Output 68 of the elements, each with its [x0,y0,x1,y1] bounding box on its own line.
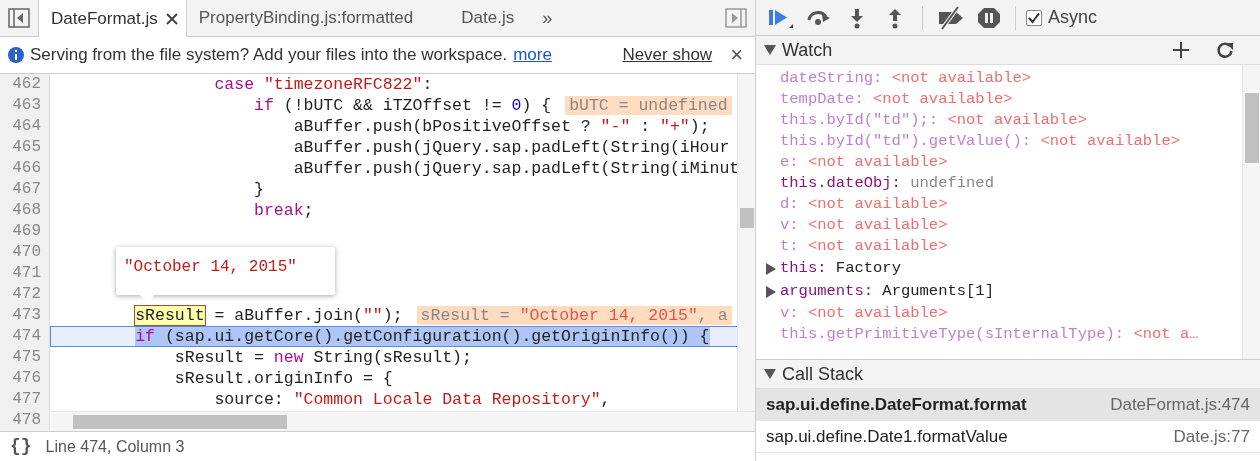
async-checkbox[interactable] [1026,9,1042,26]
code-line: break; [253,200,314,221]
never-show-link[interactable]: Never show [622,42,713,68]
code-line: aBuffer.push(bPositiveOffset ? "-" : "+"); [292,116,710,137]
watch-expression: d: <not available> [780,193,948,215]
file-tab[interactable]: DateFormat.js [38,0,187,37]
disclosure-triangle-icon [764,369,776,379]
line-number: 469 [11,221,42,242]
code-line: case "timezoneRFC822": [213,74,433,95]
line-number: 473 [11,305,42,326]
code-line: sResult = aBuffer.join(""); [134,305,403,326]
line-number: 466 [11,158,42,179]
line-number: 471 [11,263,42,284]
file-tab[interactable]: PropertyBinding.js:formatted [186,0,450,36]
watch-expression: this.getPrimitiveType(sInternalType): <not a… [780,323,1199,345]
line-number: 464 [11,116,42,137]
watch-expression: arguments: Arguments[1] [780,280,994,302]
line-number: 470 [11,242,42,263]
watch-expression: this.byId("td");: <not available> [780,109,1087,131]
code-line: } [253,179,264,200]
watch-expression: v: <not available> [780,214,948,236]
pretty-print-button[interactable]: {} [10,433,32,460]
code-line: if (sap.ui.getCore().getConfiguration().getOriginInfo()) { [134,326,710,347]
code-line: sResult = new String(sResult); [173,347,472,368]
info-icon [8,47,24,63]
vertical-scrollbar[interactable] [1242,65,1260,359]
vertical-scrollbar[interactable] [737,74,755,411]
close-icon[interactable] [165,12,178,25]
async-label: Async [1048,6,1098,29]
line-number: 465 [11,137,42,158]
line-number: 476 [11,368,42,389]
file-tab[interactable]: Date.js [449,0,527,36]
section-header[interactable]: Watch [756,36,1260,65]
line-number: 468 [11,200,42,221]
line-number: 477 [11,389,42,410]
watch-expression: v: <not available> [780,302,948,324]
watch-expression: e: <not available> [780,151,948,173]
watch-expression: this.byId("td").getValue(): <not available> [780,130,1180,152]
more-link[interactable]: more [513,42,552,68]
horizontal-scrollbar[interactable] [51,411,755,431]
add-icon[interactable] [1172,41,1190,59]
disclosure-triangle-icon [764,45,776,55]
inline-value: sResult = "October 14, 2015", a [416,306,732,325]
watch-expression: t: <not available> [780,235,948,257]
code-line: if (!bUTC && iTZOffset != 0) { [253,95,552,116]
line-number: 474 [11,326,42,347]
cursor-position: Line 474, Column 3 [45,436,185,457]
code-line: source: "Common Locale Data Repository", [213,389,611,410]
code-line: aBuffer.push(jQuery.sap.padLeft(String(iHour [292,137,730,158]
watch-expression: this: Factory [780,257,901,279]
line-number: 463 [11,95,42,116]
watch-expression: dateString: <not available> [780,67,1032,89]
more-tabs-button[interactable]: » [526,0,569,36]
call-frame[interactable]: sap.ui.define.DateFormat.format DateFormat.js:474 [756,389,1260,421]
inline-value: bUTC = undefined [565,96,732,115]
line-number: 467 [11,179,42,200]
line-number: 475 [11,347,42,368]
code-line: aBuffer.push(jQuery.sap.padLeft(String(iMinut [292,158,740,179]
watch-expression: tempDate: <not available> [780,88,1013,110]
code-line: sResult.originInfo = { [173,368,393,389]
refresh-icon[interactable] [1216,41,1234,59]
close-button[interactable]: × [730,44,743,66]
info-message: Serving from the file system? Add your files into the workspace. [30,44,508,67]
line-number: 478 [11,410,42,431]
watch-expression: this.dateObj: undefined [780,172,994,194]
line-number: 462 [11,74,42,95]
line-number: 472 [11,284,42,305]
section-header[interactable]: Call Stack [756,360,1260,389]
